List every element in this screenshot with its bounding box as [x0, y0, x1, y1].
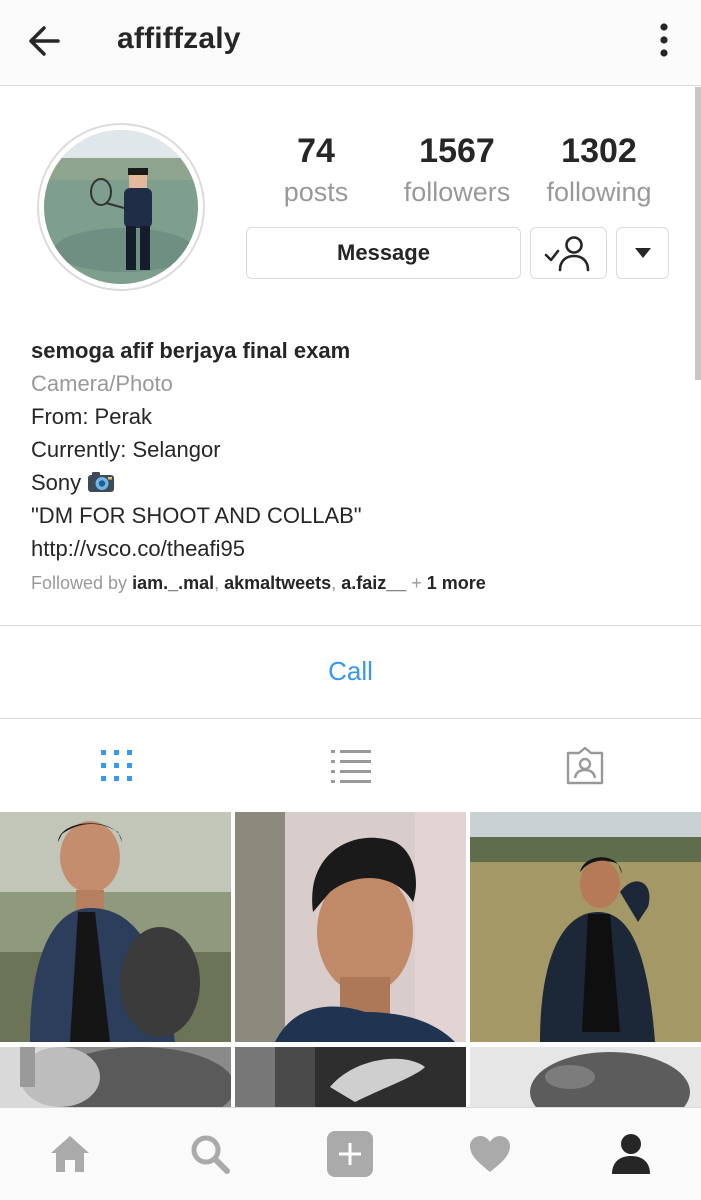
following-status-button[interactable]: [530, 227, 607, 279]
followed-by-user[interactable]: akmaltweets: [224, 573, 331, 593]
grid-photo[interactable]: [0, 1047, 231, 1107]
top-bar: affiffzaly: [0, 0, 701, 86]
divider: [0, 718, 701, 719]
tab-list[interactable]: [234, 720, 467, 812]
user-check-icon: [544, 236, 589, 272]
profile-icon: [612, 1134, 650, 1174]
posts-count[interactable]: 74 posts: [246, 130, 386, 212]
bio-line-sony: Sony: [31, 466, 671, 499]
followers-number: 1567: [419, 132, 495, 170]
suggestions-dropdown-button[interactable]: [616, 227, 669, 279]
following-label: following: [546, 177, 652, 207]
back-arrow-icon: [29, 26, 60, 56]
more-options-button[interactable]: [644, 18, 684, 64]
bio-line-text: Sony: [31, 470, 82, 495]
bio-line: From: Perak: [31, 404, 153, 429]
more-vertical-icon: [660, 23, 668, 57]
scrollbar[interactable]: [695, 87, 701, 380]
grid-photo[interactable]: [235, 1047, 466, 1107]
bio-line: "DM FOR SHOOT AND COLLAB": [31, 503, 362, 528]
home-icon: [51, 1136, 89, 1172]
back-button[interactable]: [22, 18, 72, 64]
nav-add-post[interactable]: [280, 1108, 420, 1200]
followed-by-user[interactable]: iam._.mal: [132, 573, 214, 593]
message-button[interactable]: Message: [246, 227, 521, 279]
followed-by-more[interactable]: 1 more: [427, 573, 486, 593]
bio-category: Camera/Photo: [31, 371, 173, 396]
following-count[interactable]: 1302 following: [529, 130, 669, 212]
heart-icon: [470, 1136, 510, 1172]
search-icon: [191, 1135, 230, 1174]
followed-by[interactable]: Followed by iam._.mal, akmaltweets, a.fa…: [31, 573, 671, 594]
bio-name: semoga afif berjaya final exam: [31, 338, 351, 363]
caret-down-icon: [634, 248, 651, 258]
photo-grid: [0, 812, 701, 1107]
bottom-navigation: [0, 1107, 701, 1200]
nav-activity[interactable]: [420, 1108, 560, 1200]
tab-grid[interactable]: [0, 720, 233, 812]
call-button[interactable]: Call: [0, 625, 701, 718]
bio-link[interactable]: http://vsco.co/theafi95: [31, 532, 671, 565]
posts-label: posts: [283, 177, 349, 207]
nav-profile[interactable]: [561, 1108, 701, 1200]
followers-count[interactable]: 1567 followers: [387, 130, 527, 212]
grid-photo[interactable]: [470, 1047, 701, 1107]
tagged-icon: [566, 747, 603, 785]
list-view-icon: [330, 750, 371, 783]
add-post-icon: [327, 1131, 373, 1177]
followers-label: followers: [403, 177, 511, 207]
nav-search[interactable]: [140, 1108, 280, 1200]
bio-line: Currently: Selangor: [31, 437, 221, 462]
avatar-photo: [44, 130, 198, 284]
profile-bio: semoga afif berjaya final exam Camera/Ph…: [31, 334, 671, 594]
grid-photo[interactable]: [235, 812, 466, 1042]
nav-home[interactable]: [0, 1108, 140, 1200]
profile-username: affiffzaly: [117, 22, 241, 55]
avatar[interactable]: [37, 123, 205, 291]
followed-by-user[interactable]: a.faiz__: [341, 573, 406, 593]
posts-number: 74: [297, 132, 335, 170]
grid-photo[interactable]: [0, 812, 231, 1042]
grid-photo[interactable]: [470, 812, 701, 1042]
followed-by-prefix: Followed by: [31, 573, 128, 593]
tab-tagged[interactable]: [468, 720, 701, 812]
grid-view-icon: [100, 750, 132, 781]
camera-emoji-icon: [88, 472, 115, 492]
following-number: 1302: [561, 132, 637, 170]
